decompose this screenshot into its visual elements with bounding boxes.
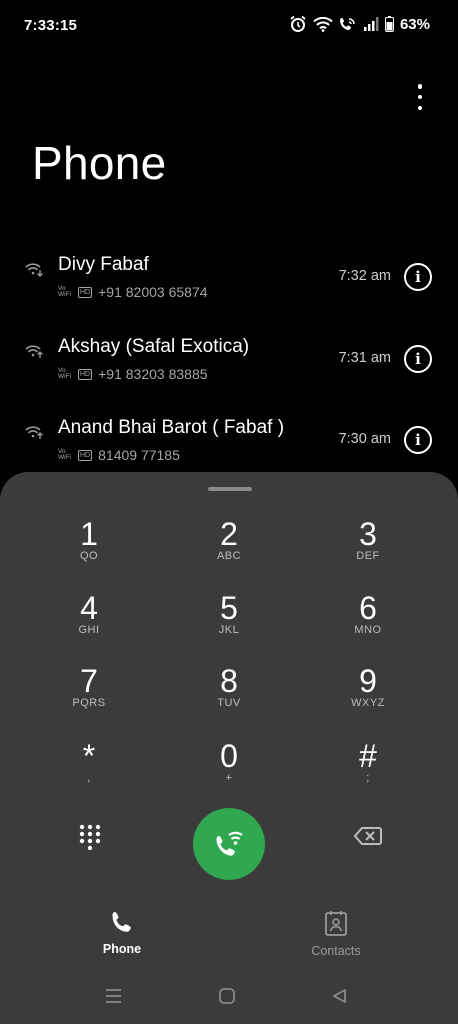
more-options-button[interactable] [412, 84, 428, 110]
call-time: 7:32 am [338, 268, 391, 284]
key-9[interactable]: 9 WXYZ [313, 663, 423, 729]
system-navbar [0, 980, 458, 1010]
tab-label: Contacts [311, 944, 361, 958]
call-details: Vo WiFi HD +91 82003 65874 [58, 284, 208, 300]
wifi-calling-icon [339, 18, 355, 30]
key-5[interactable]: 5 JKL [174, 590, 284, 656]
keypad-grid-icon[interactable] [78, 824, 102, 850]
hd-badge: HD [78, 449, 93, 461]
key-2[interactable]: 2 ABC [174, 516, 284, 582]
recent-call-row[interactable]: Akshay (Safal Exotica) Vo WiFi HD +91 832… [0, 336, 458, 406]
wifi-icon [313, 16, 333, 32]
call-details: Vo WiFi HD +91 83203 83885 [58, 366, 208, 382]
status-bar: 7:33:15 63% [0, 0, 458, 52]
key-1[interactable]: 1 QO [34, 516, 144, 582]
vowifi-badge: Vo WiFi [58, 447, 71, 461]
phone-icon [112, 912, 131, 932]
info-icon[interactable]: i [404, 263, 432, 291]
dialpad-sheet: 1 QO 2 ABC 3 DEF 4 GHI 5 JKL 6 MNO 7 PQRS 8 TUV … [0, 472, 458, 1024]
recent-call-row[interactable]: Divy Fabaf Vo WiFi HD +91 82003 65874 7:3… [0, 254, 458, 324]
call-details: Vo WiFi HD 81409 77185 [58, 447, 180, 463]
phone-number: +91 83203 83885 [98, 366, 208, 382]
status-icons: 63% [289, 15, 430, 33]
battery-percent: 63% [399, 15, 430, 33]
status-time: 7:33:15 [24, 17, 78, 34]
hd-badge: HD [78, 368, 93, 380]
signal-icon [363, 17, 379, 31]
key-0[interactable]: 0 + [174, 738, 284, 804]
alarm-icon [290, 15, 306, 32]
tab-contacts[interactable]: Contacts [286, 910, 386, 958]
recents-nav-icon[interactable] [105, 988, 122, 1004]
outgoing-wifi-call-icon [25, 426, 43, 439]
tab-label: Phone [102, 942, 142, 956]
vowifi-badge: Vo WiFi [58, 284, 71, 298]
key-star[interactable]: *, [34, 738, 144, 804]
drag-handle[interactable] [208, 487, 252, 491]
back-nav-icon[interactable] [332, 988, 347, 1004]
contact-name: Divy Fabaf [58, 254, 149, 275]
hd-badge: HD [78, 286, 93, 298]
tab-phone[interactable]: Phone [72, 910, 172, 956]
key-4[interactable]: 4 GHI [34, 590, 144, 656]
outgoing-wifi-call-icon [25, 345, 43, 358]
contact-name: Akshay (Safal Exotica) [58, 336, 250, 357]
wifi-call-icon [216, 831, 243, 856]
info-icon[interactable]: i [404, 426, 432, 454]
more-vertical-icon [417, 84, 423, 89]
home-nav-icon[interactable] [218, 987, 236, 1005]
voicemail-icon: QO [79, 550, 99, 562]
call-time: 7:30 am [338, 431, 391, 447]
info-icon[interactable]: i [404, 345, 432, 373]
call-time: 7:31 am [338, 350, 391, 366]
key-8[interactable]: 8 TUV [174, 663, 284, 729]
key-6[interactable]: 6 MNO [313, 590, 423, 656]
key-hash[interactable]: #; [313, 738, 423, 804]
call-button[interactable] [193, 808, 265, 880]
incoming-wifi-call-icon [25, 263, 43, 277]
phone-number: 81409 77185 [98, 447, 180, 463]
page-title: Phone [32, 137, 167, 189]
key-7[interactable]: 7 PQRS [34, 663, 144, 729]
battery-icon [384, 16, 394, 32]
phone-number: +91 82003 65874 [98, 284, 208, 300]
vowifi-badge: Vo WiFi [58, 366, 71, 380]
backspace-icon[interactable] [354, 826, 382, 846]
contacts-icon [325, 911, 347, 936]
contact-name: Anand Bhai Barot ( Fabaf ) [58, 417, 285, 438]
key-3[interactable]: 3 DEF [313, 516, 423, 582]
